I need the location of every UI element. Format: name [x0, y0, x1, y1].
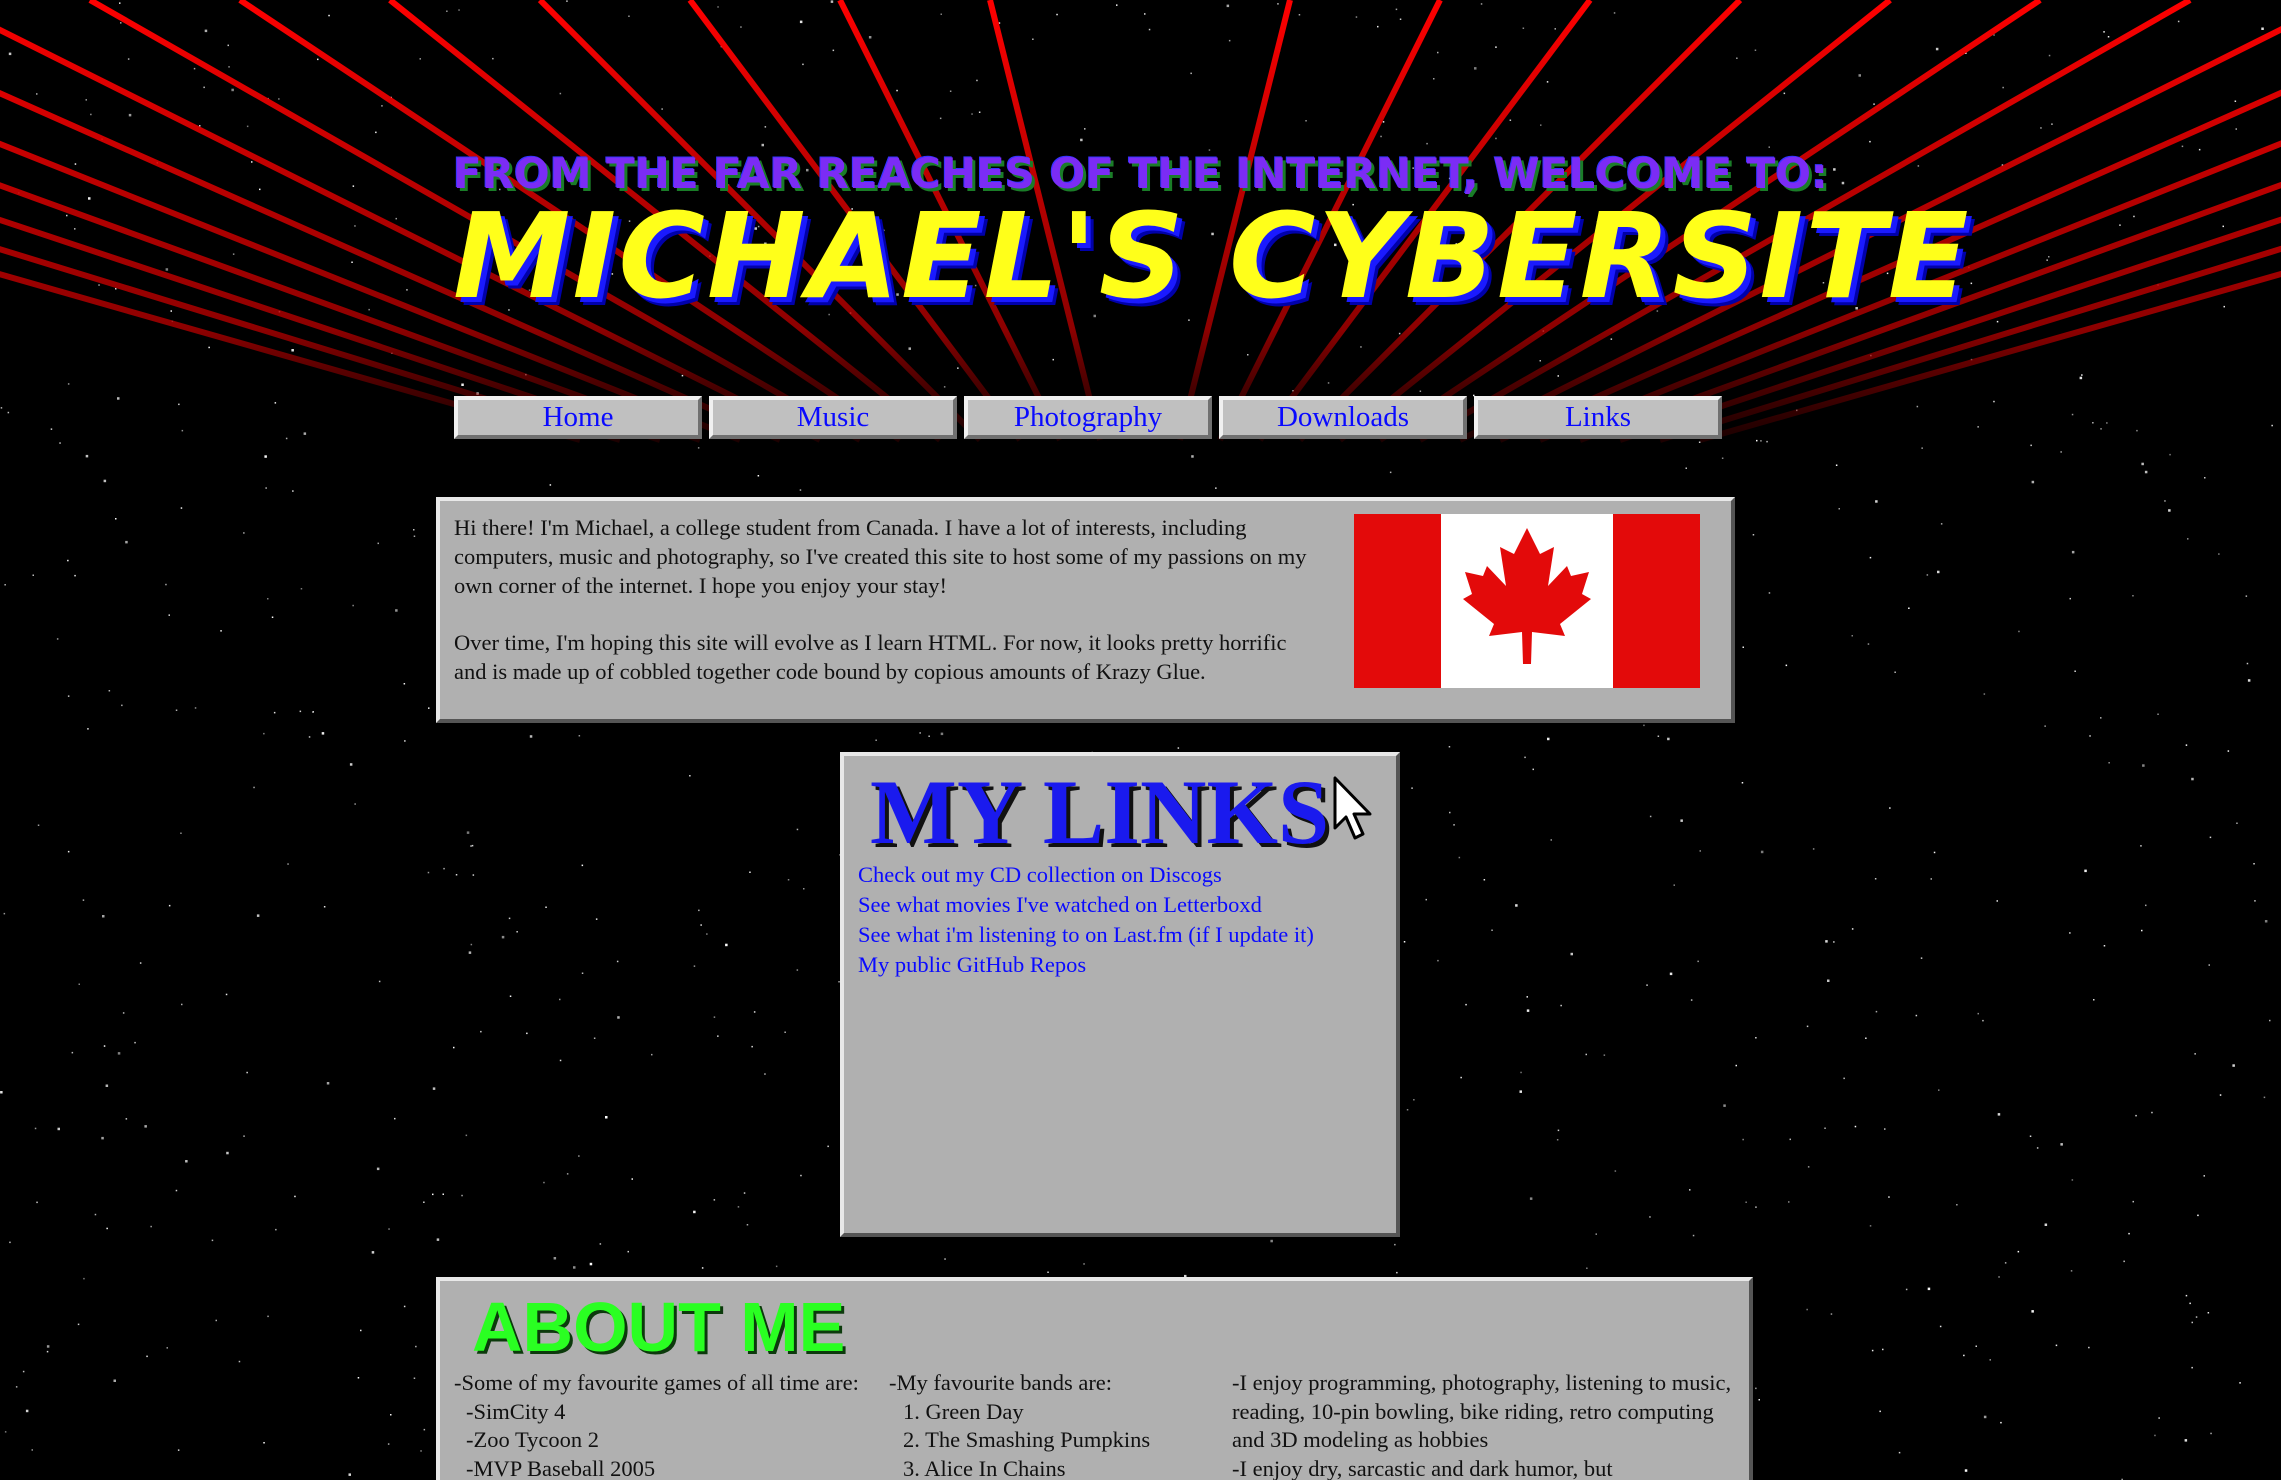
about-panel: ABOUT ME -Some of my favourite games of … [436, 1277, 1753, 1480]
main-navigation: Home Music Photography Downloads Links [454, 396, 1722, 439]
links-heading: MY LINKS [870, 761, 1330, 863]
nav-links-button[interactable]: Links [1474, 396, 1722, 439]
list-item: 3. Alice In Chains [903, 1455, 1066, 1480]
lastfm-link[interactable]: See what i'm listening to on Last.fm (if… [858, 920, 1314, 950]
list-item: 2. The Smashing Pumpkins [903, 1427, 1151, 1452]
links-list: Check out my CD collection on Discogs Se… [858, 860, 1314, 980]
nav-downloads-button[interactable]: Downloads [1219, 396, 1467, 439]
favourite-games-column: -Some of my favourite games of all time … [454, 1369, 859, 1480]
nav-photography-button[interactable]: Photography [964, 396, 1212, 439]
discogs-link[interactable]: Check out my CD collection on Discogs [858, 860, 1314, 890]
games-title: -Some of my favourite games of all time … [454, 1370, 859, 1395]
hobbies-text: -I enjoy programming, photography, liste… [1232, 1370, 1732, 1452]
hobbies-column: -I enjoy programming, photography, liste… [1232, 1369, 1742, 1480]
intro-paragraph: Hi there! I'm Michael, a college student… [454, 515, 1307, 598]
humor-text: -I enjoy dry, sarcastic and dark humor, … [1232, 1455, 1613, 1480]
github-link[interactable]: My public GitHub Repos [858, 950, 1314, 980]
intro-panel: Hi there! I'm Michael, a college student… [436, 497, 1735, 723]
about-heading: ABOUT ME [472, 1288, 846, 1366]
favourite-bands-column: -My favourite bands are: 1. Green Day 2.… [889, 1369, 1150, 1480]
list-item: -Zoo Tycoon 2 [466, 1427, 599, 1452]
intro-paragraph: Over time, I'm hoping this site will evo… [454, 630, 1287, 684]
nav-home-button[interactable]: Home [454, 396, 702, 439]
bands-title: -My favourite bands are: [889, 1370, 1113, 1395]
list-item: -MVP Baseball 2005 [466, 1455, 656, 1480]
mouse-pointer-icon [1333, 776, 1372, 840]
nav-music-button[interactable]: Music [709, 396, 957, 439]
site-header: FROM THE FAR REACHES OF THE INTERNET, WE… [453, 150, 1971, 325]
list-item: -SimCity 4 [466, 1398, 566, 1424]
links-panel: MY LINKS Check out my CD collection on D… [840, 752, 1400, 1237]
canada-flag-icon [1354, 514, 1700, 688]
letterboxd-link[interactable]: See what movies I've watched on Letterbo… [858, 890, 1314, 920]
site-title: MICHAEL'S CYBERSITE [453, 187, 1971, 325]
list-item: 1. Green Day [903, 1398, 1024, 1424]
intro-text: Hi there! I'm Michael, a college student… [454, 513, 1309, 714]
